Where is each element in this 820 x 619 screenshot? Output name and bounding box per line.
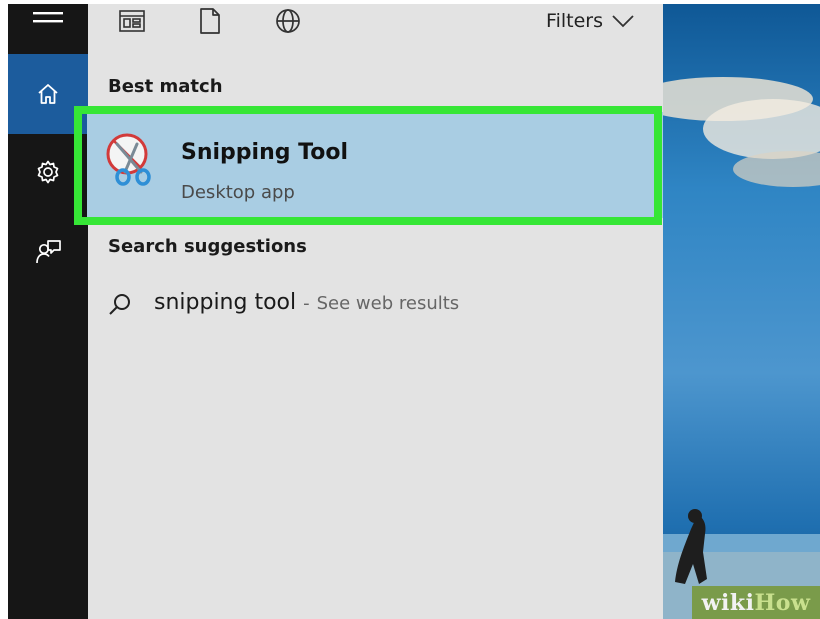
- left-rail: [8, 4, 88, 619]
- wallpaper-scene: [663, 77, 820, 619]
- suggestion-hint: See web results: [316, 293, 460, 314]
- search-suggestion-text: snipping tool - See web results: [154, 290, 459, 315]
- apps-filter-button[interactable]: [116, 6, 148, 36]
- search-icon: [109, 294, 130, 315]
- document-icon: [200, 8, 220, 34]
- start-menu-screen: Filters Best match Snipping Tool Desktop…: [8, 4, 820, 619]
- feedback-button[interactable]: [8, 214, 88, 289]
- chevron-down-icon: [612, 15, 634, 28]
- filters-dropdown[interactable]: Filters: [546, 6, 635, 36]
- home-icon: [38, 84, 58, 104]
- best-match-subtitle: Desktop app: [181, 182, 295, 203]
- home-button[interactable]: [8, 54, 88, 134]
- apps-icon: [119, 10, 145, 32]
- search-toolbar: Filters: [88, 4, 663, 52]
- globe-icon: [276, 9, 300, 33]
- best-match-heading: Best match: [108, 76, 223, 97]
- watermark-part-1: wiki: [701, 589, 755, 616]
- best-match-title: Snipping Tool: [181, 140, 349, 165]
- hamburger-icon: [33, 12, 63, 23]
- search-suggestion-item[interactable]: snipping tool - See web results: [88, 280, 663, 330]
- settings-button[interactable]: [8, 134, 88, 209]
- filters-label: Filters: [546, 10, 603, 32]
- suggestion-query: snipping tool: [154, 290, 297, 315]
- watermark-part-2: How: [754, 589, 811, 616]
- documents-filter-button[interactable]: [196, 6, 224, 36]
- gear-icon: [37, 160, 59, 183]
- desktop-wallpaper: [663, 4, 820, 619]
- feedback-icon: [36, 239, 61, 263]
- hamburger-menu-button[interactable]: [8, 4, 88, 36]
- suggestion-separator: -: [303, 293, 310, 314]
- snipping-tool-icon: [106, 133, 151, 186]
- wikihow-watermark: wiki How: [692, 586, 820, 619]
- best-match-result[interactable]: Snipping Tool Desktop app: [87, 112, 665, 218]
- web-filter-button[interactable]: [272, 6, 304, 36]
- search-panel: Filters Best match Snipping Tool Desktop…: [87, 4, 665, 619]
- search-suggestions-heading: Search suggestions: [108, 236, 307, 257]
